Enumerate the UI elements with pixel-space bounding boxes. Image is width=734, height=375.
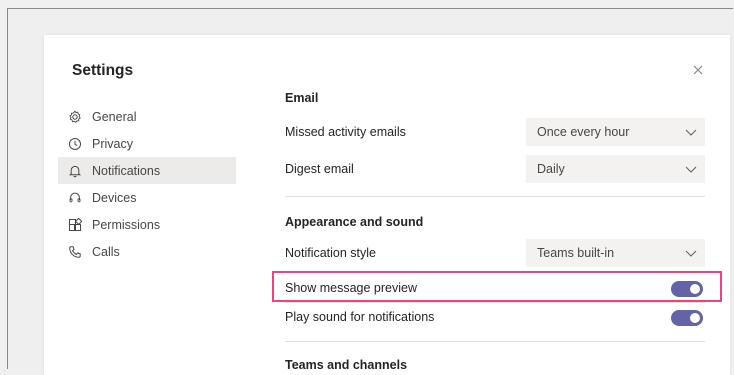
notification-style-label: Notification style (285, 246, 377, 260)
headset-icon (68, 191, 82, 205)
missed-activity-label: Missed activity emails (285, 125, 406, 139)
missed-activity-select[interactable]: Once every hour (526, 118, 705, 146)
notification-style-value: Teams built-in (537, 246, 615, 260)
nav-item-notifications[interactable]: Notifications (58, 157, 236, 184)
toggle-knob (690, 313, 700, 323)
divider (285, 341, 705, 342)
nav-label-devices: Devices (92, 190, 137, 205)
close-icon[interactable] (690, 62, 706, 78)
gear-icon (68, 109, 82, 124)
nav-item-permissions[interactable]: Permissions (58, 211, 236, 238)
message-preview-toggle[interactable] (671, 281, 703, 297)
apps-icon (68, 217, 82, 232)
nav-item-general[interactable]: General (58, 103, 236, 130)
chevron-down-icon (685, 129, 697, 136)
play-sound-label: Play sound for notifications (285, 310, 435, 324)
phone-icon (68, 245, 82, 259)
app-window: Settings General Privacy Notifications D… (7, 8, 733, 375)
nav-item-devices[interactable]: Devices (58, 184, 236, 211)
bell-icon (68, 164, 82, 178)
play-sound-row: Play sound for notifications (285, 303, 705, 331)
lock-icon (68, 137, 82, 151)
nav-label-privacy: Privacy (92, 136, 133, 151)
nav-label-general: General (92, 109, 137, 124)
notification-style-row: Notification style Teams built-in (285, 239, 705, 267)
nav-label-calls: Calls (92, 244, 120, 259)
message-preview-row: Show message preview (285, 274, 705, 302)
settings-dialog: Settings General Privacy Notifications D… (44, 35, 730, 375)
nav-item-privacy[interactable]: Privacy (58, 130, 236, 157)
section-heading-email: Email (285, 91, 319, 105)
digest-email-row: Digest email Daily (285, 155, 705, 183)
play-sound-toggle[interactable] (671, 310, 703, 326)
nav-label-permissions: Permissions (92, 217, 161, 232)
digest-email-select[interactable]: Daily (526, 155, 705, 183)
settings-nav: General Privacy Notifications Devices Pe… (58, 103, 236, 265)
missed-activity-value: Once every hour (537, 125, 630, 139)
missed-activity-row: Missed activity emails Once every hour (285, 118, 705, 146)
digest-email-label: Digest email (285, 162, 354, 176)
divider (285, 196, 705, 197)
message-preview-label: Show message preview (285, 281, 418, 295)
digest-email-value: Daily (537, 162, 565, 176)
section-heading-appearance: Appearance and sound (285, 215, 424, 229)
chevron-down-icon (685, 166, 697, 173)
nav-item-calls[interactable]: Calls (58, 238, 236, 265)
section-heading-teams: Teams and channels (285, 358, 408, 372)
chevron-down-icon (685, 250, 697, 257)
dialog-title: Settings (72, 62, 134, 79)
toggle-knob (690, 284, 700, 294)
notification-style-select[interactable]: Teams built-in (526, 239, 705, 267)
nav-label-notifications: Notifications (92, 163, 161, 178)
